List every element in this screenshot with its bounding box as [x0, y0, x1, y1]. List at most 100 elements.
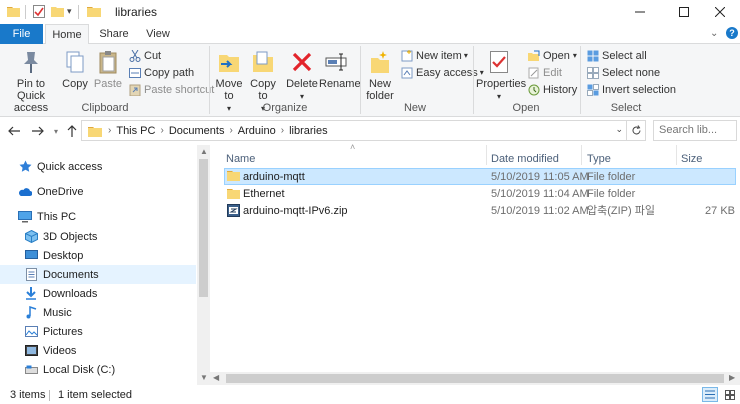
- window-title: libraries: [115, 5, 158, 19]
- nav-item-music[interactable]: Music: [0, 303, 196, 322]
- nav-item-onedrive[interactable]: OneDrive: [0, 182, 196, 201]
- large-icons-view-button[interactable]: [722, 387, 738, 402]
- refresh-button[interactable]: [626, 121, 645, 140]
- move-to-button[interactable]: Move to ▾: [213, 48, 245, 115]
- edit-icon: [527, 67, 540, 80]
- horizontal-scrollbar[interactable]: ◀ ▶: [210, 372, 740, 385]
- folder-icon: [88, 125, 102, 137]
- up-button[interactable]: [64, 122, 80, 140]
- breadcrumb-this-pc[interactable]: This PC: [116, 125, 155, 137]
- column-header-type[interactable]: Type: [587, 149, 611, 169]
- column-divider[interactable]: [676, 145, 677, 165]
- new-folder-quick-icon[interactable]: [51, 5, 64, 19]
- details-view-button[interactable]: [702, 387, 718, 402]
- close-icon: [715, 7, 725, 17]
- tab-view[interactable]: View: [138, 24, 178, 44]
- column-header-size[interactable]: Size: [681, 149, 702, 169]
- nav-item-quick-access[interactable]: Quick access: [0, 157, 196, 176]
- forward-button[interactable]: [30, 122, 46, 140]
- nav-item-3d-objects[interactable]: 3D Objects: [0, 227, 196, 246]
- nav-item-downloads[interactable]: Downloads: [0, 284, 196, 303]
- paste-shortcut-label: Paste shortcut: [144, 84, 215, 96]
- file-name: arduino-mqtt-IPv6.zip: [243, 205, 348, 217]
- nav-scrollbar-thumb[interactable]: [199, 159, 208, 297]
- easy-access-button[interactable]: Easy access ▾: [400, 65, 484, 81]
- status-bar: 3 items 1 item selected: [0, 385, 740, 404]
- invert-selection-label: Invert selection: [602, 84, 676, 96]
- invert-selection-button[interactable]: Invert selection: [586, 82, 676, 98]
- properties-button[interactable]: Properties ▾: [476, 48, 526, 103]
- tab-home[interactable]: Home: [45, 24, 89, 45]
- address-dropdown-icon[interactable]: ⌄: [615, 124, 623, 135]
- expand-ribbon-icon[interactable]: ⌄: [710, 28, 718, 39]
- copy-to-icon: [250, 48, 276, 76]
- select-none-button[interactable]: Select none: [586, 65, 660, 81]
- navigation-pane: Quick access OneDrive This PC 3D Objects…: [0, 145, 210, 385]
- breadcrumb-libraries[interactable]: libraries: [289, 125, 328, 137]
- file-row[interactable]: arduino-mqtt-IPv6.zip 5/10/2019 11:02 AM…: [224, 203, 736, 220]
- file-row[interactable]: arduino-mqtt 5/10/2019 11:05 AM File fol…: [224, 168, 736, 185]
- new-item-button[interactable]: New item ▾: [400, 48, 468, 64]
- breadcrumb-arduino[interactable]: Arduino: [238, 125, 276, 137]
- select-all-button[interactable]: Select all: [586, 48, 647, 64]
- nav-item-videos[interactable]: Videos: [0, 341, 196, 360]
- easy-access-label: Easy access: [416, 67, 478, 79]
- paste-button[interactable]: Paste: [93, 48, 123, 90]
- rename-icon: [324, 48, 350, 76]
- ribbon-divider: [580, 46, 581, 114]
- new-folder-button[interactable]: New folder: [364, 48, 396, 102]
- recent-locations-button[interactable]: ▾: [48, 122, 64, 140]
- paste-shortcut-button[interactable]: Paste shortcut: [128, 82, 214, 98]
- tab-file[interactable]: File: [0, 24, 43, 44]
- file-date: 5/10/2019 11:02 AM: [491, 205, 589, 217]
- column-divider[interactable]: [581, 145, 582, 165]
- nav-item-this-pc[interactable]: This PC: [0, 207, 196, 226]
- nav-label: Documents: [43, 268, 99, 281]
- scroll-up-icon[interactable]: ▲: [200, 147, 208, 156]
- file-size: 27 KB: [705, 205, 735, 217]
- help-icon[interactable]: ?: [726, 27, 738, 39]
- properties-icon: [486, 48, 512, 76]
- scroll-down-icon[interactable]: ▼: [200, 373, 208, 382]
- nav-item-documents[interactable]: Documents: [0, 265, 196, 284]
- column-divider[interactable]: [486, 145, 487, 165]
- rename-button[interactable]: Rename: [319, 48, 361, 90]
- scissors-icon: [128, 50, 141, 63]
- history-label: History: [543, 84, 578, 96]
- open-button[interactable]: Open ▾: [527, 48, 577, 64]
- address-bar[interactable]: › This PC › Documents › Arduino › librar…: [81, 120, 646, 141]
- properties-quick-icon[interactable]: [33, 5, 45, 19]
- properties-label: Properties: [476, 78, 527, 90]
- scroll-left-icon[interactable]: ◀: [213, 373, 219, 382]
- scroll-right-icon[interactable]: ▶: [729, 373, 735, 382]
- cut-button[interactable]: Cut: [128, 48, 161, 64]
- breadcrumb-documents[interactable]: Documents: [169, 125, 225, 137]
- back-button[interactable]: [6, 122, 22, 140]
- copy-icon: [62, 48, 88, 76]
- delete-button[interactable]: Delete ▾: [286, 48, 318, 103]
- minimize-button[interactable]: [618, 0, 662, 24]
- ribbon-divider: [209, 46, 210, 114]
- close-button[interactable]: [698, 0, 740, 24]
- ribbon: Pin to Quick access Copy Paste Cut Copy …: [0, 44, 740, 117]
- edit-button[interactable]: Edit: [527, 65, 562, 81]
- nav-item-desktop[interactable]: Desktop: [0, 246, 196, 265]
- copy-path-button[interactable]: Copy path: [128, 65, 194, 81]
- nav-label: OneDrive: [37, 185, 84, 198]
- up-arrow-icon: [67, 125, 77, 137]
- history-button[interactable]: History: [527, 82, 577, 98]
- column-header-name[interactable]: Name: [226, 149, 255, 169]
- customize-quick-access-icon[interactable]: ▾: [67, 6, 72, 17]
- nav-scrollbar[interactable]: ▲ ▼: [197, 145, 210, 385]
- pin-to-quick-access-button[interactable]: Pin to Quick access: [3, 48, 59, 114]
- column-header-date-modified[interactable]: Date modified: [491, 149, 559, 169]
- breadcrumb-separator-icon: ›: [229, 125, 233, 136]
- search-input[interactable]: Search lib...: [653, 120, 737, 141]
- cube-icon: [24, 230, 38, 244]
- nav-item-local-disk[interactable]: Local Disk (C:): [0, 360, 196, 379]
- tab-share[interactable]: Share: [92, 24, 136, 44]
- copy-button[interactable]: Copy: [60, 48, 90, 90]
- file-row[interactable]: Ethernet 5/10/2019 11:04 AM File folder: [224, 186, 736, 203]
- horizontal-scrollbar-thumb[interactable]: [226, 374, 724, 383]
- nav-item-pictures[interactable]: Pictures: [0, 322, 196, 341]
